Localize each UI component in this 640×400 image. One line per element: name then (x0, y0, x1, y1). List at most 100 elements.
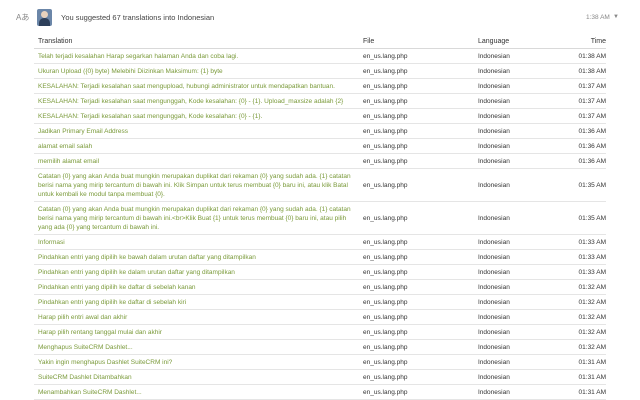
table-row: Menambahkan SuiteCRM Dashlet... en_us.lan… (34, 384, 606, 400)
translation-link[interactable]: Menghapus SuiteCRM Dashlet... (34, 339, 359, 355)
table-row: memilih alamat email en_us.lang.php Indone… (34, 153, 606, 169)
file-cell: en_us.lang.php (359, 309, 474, 325)
translation-link[interactable]: Catatan {0} yang akan Anda buat mungkin … (34, 201, 359, 235)
language-cell: Indonesian (474, 78, 566, 94)
translation-link[interactable]: Pindahkan entri yang dipilih ke bawah da… (34, 249, 359, 265)
file-cell: en_us.lang.php (359, 138, 474, 154)
table-row: Pindahkan entri yang dipilih ke daftar d… (34, 279, 606, 295)
table-row: Pindahkan entri yang dipilih ke bawah da… (34, 249, 606, 265)
translation-link[interactable]: Informasi (34, 234, 359, 250)
language-cell: Indonesian (474, 108, 566, 124)
file-cell: en_us.lang.php (359, 294, 474, 310)
time-cell: 01:31 AM (566, 384, 606, 400)
activity-message[interactable]: You suggested 67 translations into Indon… (61, 13, 214, 22)
file-cell: en_us.lang.php (359, 108, 474, 124)
time-cell: 01:32 AM (566, 279, 606, 295)
time-cell: 01:36 AM (566, 138, 606, 154)
column-header-time: Time (566, 34, 606, 49)
translation-link[interactable]: Menambahkan SuiteCRM Dashlet... (34, 384, 359, 400)
translation-link[interactable]: alamat email salah (34, 138, 359, 154)
table-row: Catatan {0} yang akan Anda buat mungkin … (34, 201, 606, 235)
table-row: Harap pilih entri awal dan akhir en_us.la… (34, 309, 606, 325)
table-row: Pindahkan entri yang dipilih ke daftar d… (34, 294, 606, 310)
time-cell: 01:38 AM (566, 63, 606, 79)
time-cell: 01:35 AM (566, 201, 606, 235)
translation-link[interactable]: Ukuran Upload ({0} byte) Melebihi Diizin… (34, 63, 359, 79)
file-cell: en_us.lang.php (359, 249, 474, 265)
table-row: Telah terjadi kesalahan Harap segarkan h… (34, 48, 606, 64)
file-cell: en_us.lang.php (359, 201, 474, 235)
language-cell: Indonesian (474, 48, 566, 64)
table-row: Menghapus SuiteCRM Dashlet... en_us.lang.… (34, 339, 606, 355)
language-cell: Indonesian (474, 93, 566, 109)
language-cell: Indonesian (474, 384, 566, 400)
time-cell: 01:32 AM (566, 324, 606, 340)
translation-link[interactable]: SuiteCRM Dashlet Ditambahkan (34, 369, 359, 385)
language-cell: Indonesian (474, 249, 566, 265)
time-cell: 01:31 AM (566, 369, 606, 385)
translation-link[interactable]: Telah terjadi kesalahan Harap segarkan h… (34, 48, 359, 64)
avatar[interactable] (37, 9, 52, 26)
time-cell: 01:31 AM (566, 354, 606, 370)
time-cell: 01:37 AM (566, 93, 606, 109)
file-cell: en_us.lang.php (359, 168, 474, 202)
translations-table-container: Translation File Language Time Telah ter… (34, 34, 606, 400)
translation-link[interactable]: Pindahkan entri yang dipilih ke dalam ur… (34, 264, 359, 280)
table-header-row: Translation File Language Time (34, 34, 606, 49)
file-cell: en_us.lang.php (359, 369, 474, 385)
language-cell: Indonesian (474, 354, 566, 370)
file-cell: en_us.lang.php (359, 279, 474, 295)
translation-link[interactable]: Harap pilih entri awal dan akhir (34, 309, 359, 325)
language-cell: Indonesian (474, 324, 566, 340)
file-cell: en_us.lang.php (359, 384, 474, 400)
translation-link[interactable]: Yakin ingin menghapus Dashlet SuiteCRM i… (34, 354, 359, 370)
table-row: KESALAHAN: Terjadi kesalahan saat mengun… (34, 93, 606, 109)
time-cell: 01:33 AM (566, 234, 606, 250)
table-row: Pindahkan entri yang dipilih ke dalam ur… (34, 264, 606, 280)
table-row: Catatan {0} yang akan Anda buat mungkin … (34, 168, 606, 202)
time-cell: 01:32 AM (566, 294, 606, 310)
time-cell: 01:32 AM (566, 339, 606, 355)
time-cell: 01:32 AM (566, 309, 606, 325)
table-row: SuiteCRM Dashlet Ditambahkan en_us.lang.p… (34, 369, 606, 385)
table-row: alamat email salah en_us.lang.php Indonesi… (34, 138, 606, 154)
translation-link[interactable]: Pindahkan entri yang dipilih ke daftar d… (34, 294, 359, 310)
language-cell: Indonesian (474, 63, 566, 79)
activity-header: Aあ You suggested 67 translations into In… (0, 0, 640, 34)
table-row: KESALAHAN: Terjadi kesalahan saat mengup… (34, 78, 606, 94)
translation-link[interactable]: Catatan {0} yang akan Anda buat mungkin … (34, 168, 359, 202)
activity-time: 1:38 AM (586, 14, 610, 21)
file-cell: en_us.lang.php (359, 93, 474, 109)
file-cell: en_us.lang.php (359, 48, 474, 64)
translation-link[interactable]: Harap pilih rentang tanggal mulai dan ak… (34, 324, 359, 340)
translation-link[interactable]: memilih alamat email (34, 153, 359, 169)
file-cell: en_us.lang.php (359, 78, 474, 94)
time-cell: 01:33 AM (566, 249, 606, 265)
table-row: Informasi en_us.lang.php Indonesian 01:33 A… (34, 234, 606, 250)
time-cell: 01:37 AM (566, 78, 606, 94)
language-cell: Indonesian (474, 168, 566, 202)
translations-table: Translation File Language Time Telah ter… (34, 34, 606, 400)
file-cell: en_us.lang.php (359, 354, 474, 370)
translation-link[interactable]: KESALAHAN: Terjadi kesalahan saat mengun… (34, 108, 359, 124)
language-cell: Indonesian (474, 309, 566, 325)
file-cell: en_us.lang.php (359, 234, 474, 250)
translation-link[interactable]: Jadikan Primary Email Address (34, 123, 359, 139)
file-cell: en_us.lang.php (359, 339, 474, 355)
language-cell: Indonesian (474, 123, 566, 139)
translation-link[interactable]: Pindahkan entri yang dipilih ke daftar d… (34, 279, 359, 295)
time-cell: 01:38 AM (566, 48, 606, 64)
language-cell: Indonesian (474, 369, 566, 385)
table-row: Jadikan Primary Email Address en_us.lang.… (34, 123, 606, 139)
language-cell: Indonesian (474, 201, 566, 235)
chevron-down-icon[interactable]: ▼ (613, 14, 619, 20)
translation-link[interactable]: KESALAHAN: Terjadi kesalahan saat mengup… (34, 78, 359, 94)
time-cell: 01:37 AM (566, 108, 606, 124)
time-cell: 01:33 AM (566, 264, 606, 280)
language-cell: Indonesian (474, 264, 566, 280)
language-cell: Indonesian (474, 339, 566, 355)
translation-link[interactable]: KESALAHAN: Terjadi kesalahan saat mengun… (34, 93, 359, 109)
table-row: Yakin ingin menghapus Dashlet SuiteCRM i… (34, 354, 606, 370)
table-row: Ukuran Upload ({0} byte) Melebihi Diizin… (34, 63, 606, 79)
time-cell: 01:35 AM (566, 168, 606, 202)
